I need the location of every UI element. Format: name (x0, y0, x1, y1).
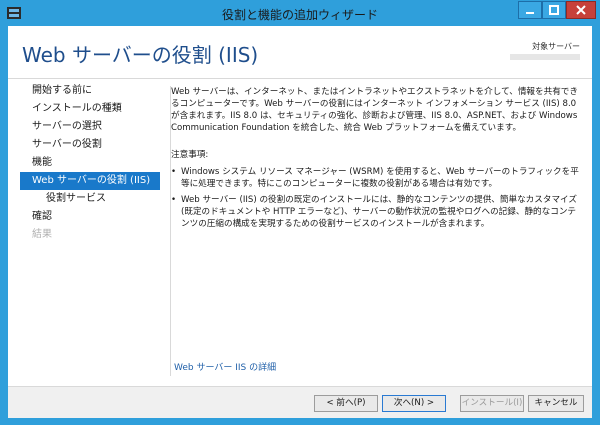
minimize-button[interactable] (518, 1, 542, 19)
nav-item-web-server-role[interactable]: Web サーバーの役割 (IIS) (20, 172, 160, 190)
content-body: Web サーバーは、インターネット、またはイントラネットやエクストラネットを介し… (171, 86, 581, 234)
window-title: 役割と機能の追加ウィザード (221, 8, 378, 22)
target-server-label: 対象サーバー (532, 42, 580, 51)
wizard-client-area: Web サーバーの役割 (IIS) 対象サーバー 開始する前に インストールの種… (8, 26, 592, 418)
nav-item-features[interactable]: 機能 (20, 154, 160, 172)
more-info-link[interactable]: Web サーバー IIS の詳細 (174, 360, 276, 373)
nav-item-before-you-begin[interactable]: 開始する前に (20, 82, 160, 100)
close-button[interactable] (566, 1, 596, 19)
close-icon (576, 5, 586, 15)
maximize-button[interactable] (542, 1, 566, 19)
next-button[interactable]: 次へ(N) > (382, 395, 446, 412)
previous-button[interactable]: < 前へ(P) (314, 395, 378, 412)
nav-item-server-selection[interactable]: サーバーの選択 (20, 118, 160, 136)
nav-item-confirmation[interactable]: 確認 (20, 208, 160, 226)
install-button: インストール(I) (460, 395, 524, 412)
notes-heading: 注意事項: (171, 150, 209, 160)
nav-item-results: 結果 (32, 229, 52, 240)
nav-item-server-roles[interactable]: サーバーの役割 (20, 136, 160, 154)
wizard-steps-nav: 開始する前に インストールの種類 サーバーの選択 サーバーの役割 機能 Web … (20, 82, 160, 244)
note-item: Web サーバー (IIS) の役割の既定のインストールには、静的なコンテンツの… (171, 194, 581, 230)
page-title: Web サーバーの役割 (IIS) (22, 43, 259, 67)
intro-paragraph: Web サーバーは、インターネット、またはイントラネットやエクストラネットを介し… (171, 87, 578, 133)
cancel-button[interactable]: キャンセル (528, 395, 584, 412)
note-item: Windows システム リソース マネージャー (WSRM) を使用すると、W… (171, 166, 581, 190)
nav-item-role-services[interactable]: 役割サービス (20, 190, 160, 208)
maximize-icon (549, 5, 559, 15)
wizard-window: 役割と機能の追加ウィザード Web サーバーの役割 (IIS) 対象サーバー 開… (0, 0, 600, 425)
wizard-header: Web サーバーの役割 (IIS) 対象サーバー (8, 26, 592, 79)
wizard-footer: < 前へ(P) 次へ(N) > インストール(I) キャンセル (8, 386, 592, 418)
title-bar[interactable]: 役割と機能の追加ウィザード (0, 0, 600, 26)
nav-item-installation-type[interactable]: インストールの種類 (20, 100, 160, 118)
notes-list: Windows システム リソース マネージャー (WSRM) を使用すると、W… (171, 166, 581, 230)
target-server-value-redacted (510, 54, 580, 60)
content-pane: Web サーバーは、インターネット、またはイントラネットやエクストラネットを介し… (170, 86, 581, 376)
minimize-icon (526, 12, 534, 14)
